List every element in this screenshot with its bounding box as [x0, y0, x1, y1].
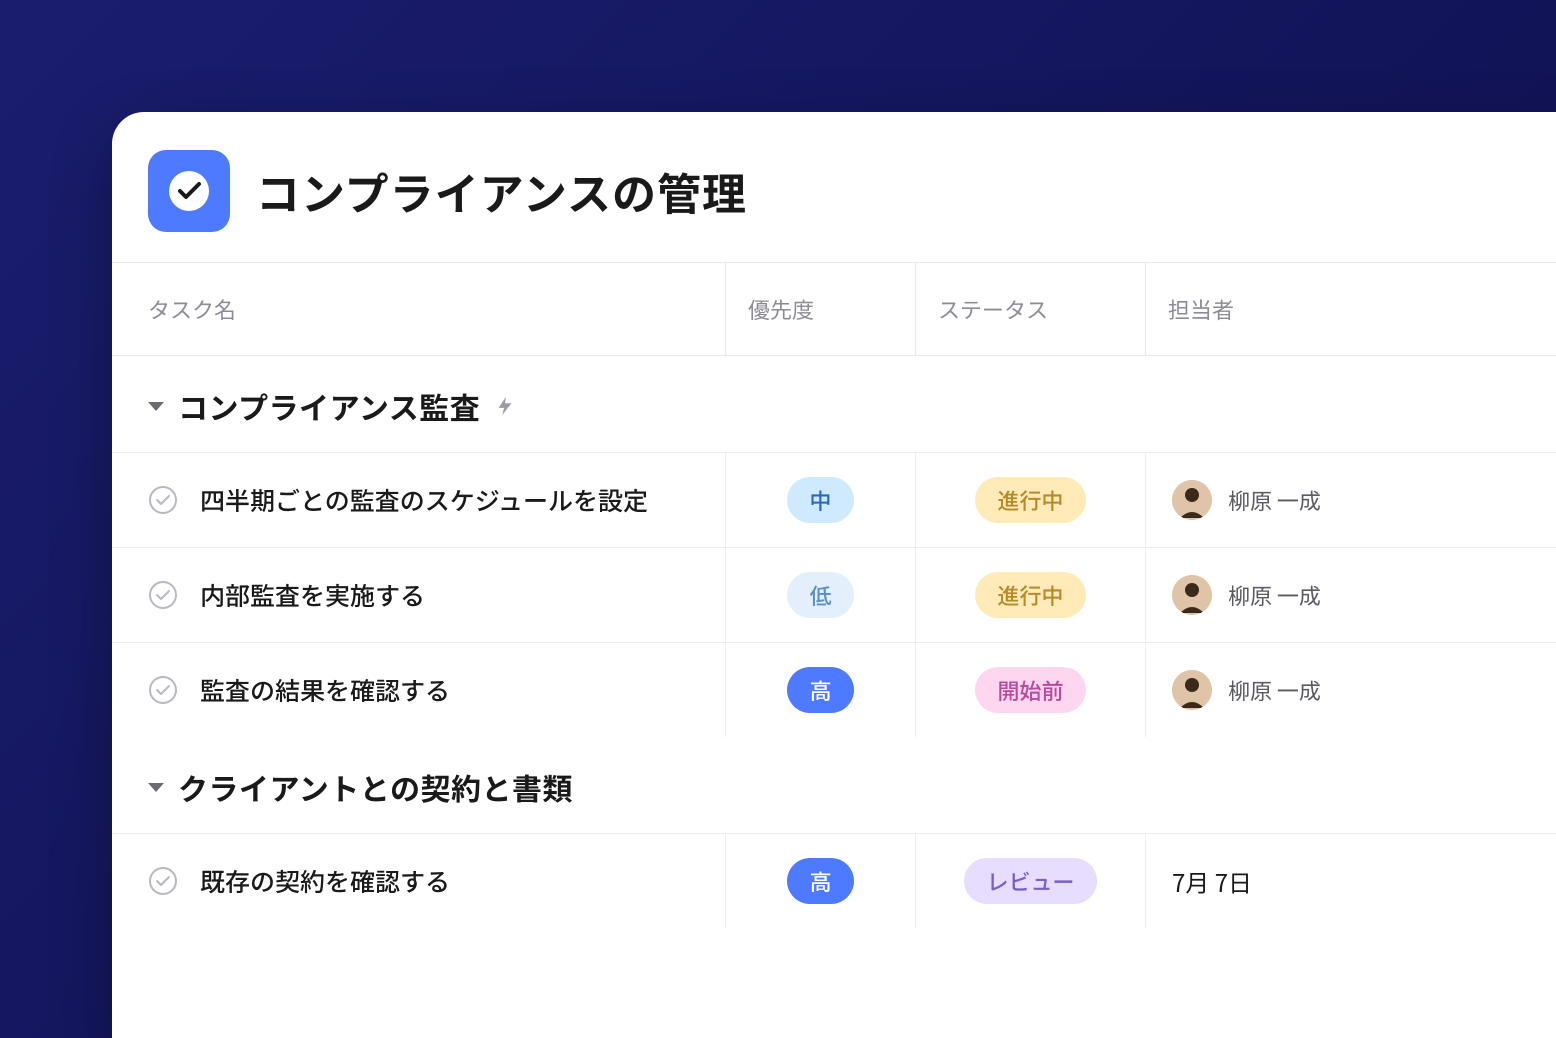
- assignee-cell[interactable]: 7月 7日: [1146, 834, 1556, 928]
- task-row[interactable]: 既存の契約を確認する 高 レビュー 7月 7日: [112, 833, 1556, 928]
- caret-down-icon: [148, 402, 164, 411]
- column-task[interactable]: タスク名: [112, 263, 726, 355]
- priority-cell[interactable]: 低: [726, 548, 916, 642]
- lightning-bolt-icon: [494, 392, 516, 420]
- section-title: コンプライアンス監査: [178, 384, 480, 428]
- assignee-cell[interactable]: 柳原 一成: [1146, 548, 1556, 642]
- status-cell[interactable]: レビュー: [916, 834, 1146, 928]
- status-pill: 進行中: [975, 477, 1085, 523]
- task-name: 四半期ごとの監査のスケジュールを設定: [200, 482, 648, 518]
- column-assignee[interactable]: 担当者: [1146, 263, 1556, 355]
- task-cell: 内部監査を実施する: [112, 548, 726, 642]
- task-name: 内部監査を実施する: [200, 577, 425, 613]
- priority-pill: 中: [787, 477, 853, 523]
- status-cell[interactable]: 進行中: [916, 548, 1146, 642]
- task-row[interactable]: 監査の結果を確認する 高 開始前 柳原 一成: [112, 642, 1556, 737]
- priority-pill: 高: [787, 667, 853, 713]
- task-cell: 既存の契約を確認する: [112, 834, 726, 928]
- task-row[interactable]: 内部監査を実施する 低 進行中 柳原 一成: [112, 547, 1556, 642]
- assignee-cell[interactable]: 柳原 一成: [1146, 453, 1556, 547]
- status-pill: 開始前: [975, 667, 1085, 713]
- task-name: 既存の契約を確認する: [200, 863, 450, 899]
- date-text: 7月 7日: [1172, 864, 1252, 899]
- task-cell: 四半期ごとの監査のスケジュールを設定: [112, 453, 726, 547]
- app-icon: [148, 150, 230, 232]
- task-name: 監査の結果を確認する: [200, 672, 450, 708]
- priority-pill: 高: [787, 858, 853, 904]
- column-priority[interactable]: 優先度: [726, 263, 916, 355]
- assignee-name: 柳原 一成: [1228, 674, 1321, 706]
- section-header[interactable]: コンプライアンス監査: [112, 356, 1556, 452]
- section: クライアントとの契約と書類 既存の契約を確認する 高 レビュー 7月 7日: [112, 737, 1556, 928]
- avatar: [1172, 575, 1212, 615]
- column-headers: タスク名 優先度 ステータス 担当者: [112, 262, 1556, 356]
- page-title: コンプライアンスの管理: [256, 159, 747, 223]
- assignee-name: 柳原 一成: [1228, 484, 1321, 516]
- section: コンプライアンス監査 四半期ごとの監査のスケジュールを設定 中 進行中: [112, 356, 1556, 737]
- caret-down-icon: [148, 783, 164, 792]
- check-circle-icon[interactable]: [148, 580, 178, 610]
- main-card: コンプライアンスの管理 タスク名 優先度 ステータス 担当者 コンプライアンス監…: [112, 112, 1556, 1038]
- section-header[interactable]: クライアントとの契約と書類: [112, 737, 1556, 833]
- assignee-cell[interactable]: 柳原 一成: [1146, 643, 1556, 737]
- check-circle-icon[interactable]: [148, 675, 178, 705]
- avatar: [1172, 480, 1212, 520]
- column-status[interactable]: ステータス: [916, 263, 1146, 355]
- priority-cell[interactable]: 高: [726, 643, 916, 737]
- page-header: コンプライアンスの管理: [112, 112, 1556, 262]
- priority-cell[interactable]: 高: [726, 834, 916, 928]
- section-title: クライアントとの契約と書類: [178, 765, 573, 809]
- status-cell[interactable]: 開始前: [916, 643, 1146, 737]
- check-circle-icon[interactable]: [148, 485, 178, 515]
- avatar: [1172, 670, 1212, 710]
- task-cell: 監査の結果を確認する: [112, 643, 726, 737]
- status-pill: 進行中: [975, 572, 1085, 618]
- assignee-name: 柳原 一成: [1228, 579, 1321, 611]
- status-pill: レビュー: [964, 858, 1096, 904]
- check-circle-icon[interactable]: [148, 866, 178, 896]
- status-cell[interactable]: 進行中: [916, 453, 1146, 547]
- checkmark-circle-icon: [166, 168, 212, 214]
- task-row[interactable]: 四半期ごとの監査のスケジュールを設定 中 進行中 柳原 一成: [112, 452, 1556, 547]
- priority-cell[interactable]: 中: [726, 453, 916, 547]
- priority-pill: 低: [787, 572, 853, 618]
